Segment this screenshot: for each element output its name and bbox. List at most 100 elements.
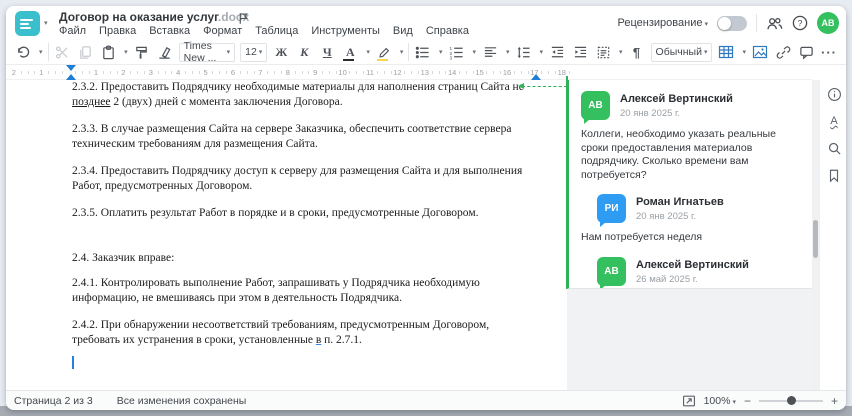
text-run[interactable]: п. 2.7.1. xyxy=(321,334,362,346)
review-toggle[interactable] xyxy=(717,15,747,31)
favorite-flag-icon[interactable] xyxy=(237,12,250,25)
text-run[interactable]: 2.3.5. Оплатить результат Работ в порядк… xyxy=(72,207,478,219)
menu-item-Таблица[interactable]: Таблица xyxy=(255,25,298,37)
help-icon[interactable]: ? xyxy=(792,15,808,31)
info-icon[interactable] xyxy=(826,86,842,102)
italic-button[interactable]: К xyxy=(295,42,313,62)
comment-header[interactable]: АВ Алексей Вертинский 20 янв 2025 г. xyxy=(581,91,800,124)
text-run[interactable]: 2.3.4. Предоставить Подрядчику доступ к … xyxy=(72,165,522,192)
text-run[interactable]: 2.3.2. Предоставить Подрядчику необходим… xyxy=(72,81,524,93)
ruler-number: 7 xyxy=(258,68,263,77)
zoom-value-dropdown[interactable]: 100% ▾ xyxy=(704,395,736,407)
menu-item-Файл[interactable]: Файл xyxy=(59,25,86,37)
insert-table-button[interactable] xyxy=(717,42,735,62)
align-caret-icon[interactable]: ▾ xyxy=(506,48,510,56)
header-right: Рецензирование ▾ ? АВ xyxy=(618,12,839,34)
line-spacing-caret-icon[interactable]: ▾ xyxy=(540,48,544,56)
paragraph-borders-button[interactable] xyxy=(594,42,612,62)
ruler-number: 2 xyxy=(121,68,126,77)
paragraph[interactable]: 2.3.4. Предоставить Подрядчику доступ к … xyxy=(72,164,538,194)
comments-panel: АВ Алексей Вертинский 20 янв 2025 г. Коллег… xyxy=(567,80,812,390)
text-run[interactable]: 2.4. Заказчик вправе: xyxy=(72,252,174,264)
bold-button[interactable]: Ж xyxy=(272,42,290,62)
undo-menu-caret-icon[interactable]: ▾ xyxy=(39,48,43,56)
cut-button[interactable] xyxy=(53,42,71,62)
underline-button[interactable]: Ч xyxy=(318,42,336,62)
user-avatar[interactable]: АВ xyxy=(817,12,839,34)
table-caret-icon[interactable]: ▾ xyxy=(742,48,746,56)
zoom-out-button[interactable]: − xyxy=(744,394,751,408)
text-run[interactable]: 2.3.3. В случае размещения Сайта на серв… xyxy=(72,123,511,150)
comment-header[interactable]: РИ Роман Игнатьев 20 янв 2025 г. xyxy=(597,194,800,227)
horizontal-ruler[interactable]: 2 1 1 2 3 4 5 6 7 8 9 10 11 12 13 14 15 16 17 18 xyxy=(6,65,812,80)
vertical-scrollbar[interactable] xyxy=(812,80,819,390)
paragraph[interactable]: 2.3.3. В случае размещения Сайта на серв… xyxy=(72,122,538,152)
paragraph[interactable]: 2.4.2. При обнаружении несоответствий тр… xyxy=(72,318,538,348)
numbered-list-button[interactable]: 123 xyxy=(447,42,465,62)
scrollbar-thumb[interactable] xyxy=(813,220,818,258)
font-color-caret-icon[interactable]: ▾ xyxy=(366,48,370,56)
paste-menu-caret-icon[interactable]: ▾ xyxy=(124,48,128,56)
text-cursor xyxy=(72,356,74,369)
borders-caret-icon[interactable]: ▾ xyxy=(619,48,623,56)
comment-thread-card[interactable]: АВ Алексей Вертинский 20 янв 2025 г. Коллег… xyxy=(567,80,812,289)
zoom-slider[interactable] xyxy=(758,396,823,405)
menu-item-Справка[interactable]: Справка xyxy=(426,25,469,37)
menu-item-Формат[interactable]: Формат xyxy=(203,25,242,37)
svg-text:?: ? xyxy=(798,18,803,28)
bullet-list-caret-icon[interactable]: ▾ xyxy=(439,48,443,56)
paragraph[interactable]: 2.3.2. Предоставить Подрядчику необходим… xyxy=(72,80,538,110)
decrease-indent-button[interactable] xyxy=(548,42,566,62)
header: ▾ Договор на оказание услуг.docx Файл Пра… xyxy=(6,6,846,40)
paragraph[interactable]: 2.3.5. Оплатить результат Работ в порядк… xyxy=(72,206,538,221)
search-icon[interactable] xyxy=(826,140,842,156)
bookmark-icon[interactable] xyxy=(826,167,842,183)
increase-indent-button[interactable] xyxy=(571,42,589,62)
fit-page-icon[interactable] xyxy=(682,394,696,408)
highlight-button[interactable] xyxy=(375,42,393,62)
page-indicator[interactable]: Страница 2 из 3 xyxy=(14,395,93,407)
menu-item-Инструменты[interactable]: Инструменты xyxy=(311,25,380,37)
show-paragraph-marks-button[interactable]: ¶ xyxy=(628,42,646,62)
undo-button[interactable] xyxy=(14,42,32,62)
highlight-caret-icon[interactable]: ▾ xyxy=(400,48,404,56)
insert-comment-button[interactable] xyxy=(797,42,815,62)
zoom-slider-thumb[interactable] xyxy=(786,396,796,405)
spellcheck-icon[interactable]: А xyxy=(826,113,842,129)
numbered-list-caret-icon[interactable]: ▾ xyxy=(472,48,476,56)
text-run[interactable]: 2.4.2. При обнаружении несоответствий тр… xyxy=(72,319,489,346)
collaboration-users-icon[interactable] xyxy=(766,16,783,31)
comment-header[interactable]: АВ Алексей Вертинский 26 май 2025 г. xyxy=(597,256,800,288)
paragraph[interactable]: 2.4. Заказчик вправе: xyxy=(72,251,538,266)
comment-date: 26 май 2025 г. xyxy=(636,273,698,285)
clear-format-icon[interactable] xyxy=(156,42,174,62)
font-name-select[interactable]: Times New ... ▾ xyxy=(178,40,236,64)
review-mode-dropdown[interactable]: Рецензирование ▾ xyxy=(618,17,708,29)
menu-item-Правка[interactable]: Правка xyxy=(99,25,136,37)
align-left-button[interactable] xyxy=(481,42,499,62)
format-painter-icon[interactable] xyxy=(133,42,151,62)
paragraph-style-select[interactable]: Обычный ▾ xyxy=(650,42,713,62)
comment-text[interactable]: Коллеги, необходимо указать реальные сро… xyxy=(581,128,800,182)
menu-item-Вставка[interactable]: Вставка xyxy=(149,25,190,37)
bullet-list-button[interactable] xyxy=(414,42,432,62)
menu-item-Вид[interactable]: Вид xyxy=(393,25,413,37)
paragraph[interactable]: 2.4.1. Контролировать выполнение Работ, … xyxy=(72,276,538,306)
text-run[interactable]: 2 (двух) дней с момента заключения Догов… xyxy=(110,96,342,108)
copy-button[interactable] xyxy=(76,42,94,62)
app-logo-icon[interactable] xyxy=(15,11,40,36)
tracked-text[interactable]: позднее xyxy=(72,96,110,108)
document-text[interactable]: 2.3.2. Предоставить Подрядчику необходим… xyxy=(72,80,538,369)
line-spacing-button[interactable] xyxy=(515,42,533,62)
font-size-select[interactable]: 12 ▾ xyxy=(240,42,268,62)
comment-text[interactable]: Нам потребуется неделя xyxy=(581,231,800,245)
logo-menu-caret-icon[interactable]: ▾ xyxy=(44,19,48,27)
ruler-number: 9 xyxy=(313,68,318,77)
more-tools-button[interactable]: ··· xyxy=(820,42,838,62)
zoom-in-button[interactable]: + xyxy=(831,394,838,408)
insert-link-button[interactable] xyxy=(774,42,792,62)
paste-button[interactable] xyxy=(99,42,117,62)
font-color-button[interactable]: А xyxy=(341,42,359,62)
text-run[interactable]: 2.4.1. Контролировать выполнение Работ, … xyxy=(72,277,480,304)
insert-image-button[interactable] xyxy=(751,42,769,62)
